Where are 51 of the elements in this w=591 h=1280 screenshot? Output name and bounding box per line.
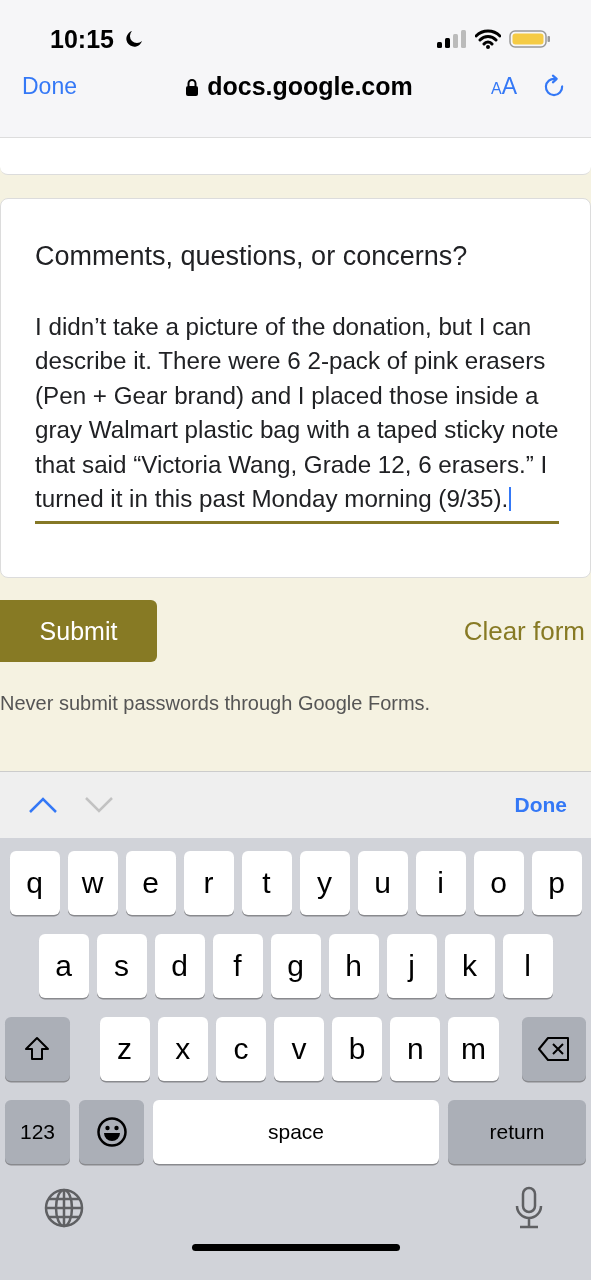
numbers-key[interactable]: 123: [5, 1100, 70, 1164]
keyboard-key[interactable]: f: [212, 934, 263, 998]
delete-key[interactable]: [521, 1017, 587, 1081]
status-time: 10:15: [50, 24, 114, 54]
signal-icon: [437, 29, 467, 49]
keyboard-key[interactable]: b: [332, 1017, 383, 1081]
battery-icon: [509, 29, 551, 49]
keyboard-key[interactable]: p: [531, 851, 582, 915]
keyboard-key[interactable]: a: [38, 934, 89, 998]
keyboard-key[interactable]: v: [273, 1017, 325, 1081]
keyboard-key[interactable]: k: [444, 934, 495, 998]
url-text[interactable]: docs.google.com: [207, 72, 413, 101]
keyboard-key[interactable]: n: [390, 1017, 441, 1081]
keyboard-key[interactable]: m: [448, 1017, 499, 1081]
delete-icon: [536, 1036, 571, 1062]
keyboard-key[interactable]: l: [502, 934, 553, 998]
keyboard-key[interactable]: o: [473, 851, 524, 915]
globe-icon[interactable]: [44, 1188, 84, 1228]
keyboard-key[interactable]: h: [328, 934, 379, 998]
emoji-key[interactable]: [79, 1100, 144, 1164]
keyboard-key[interactable]: r: [183, 851, 234, 915]
keyboard-key[interactable]: x: [157, 1017, 208, 1081]
keyboard-key[interactable]: q: [9, 851, 60, 915]
submit-button[interactable]: Submit: [0, 600, 157, 663]
clear-form-button[interactable]: Clear form: [463, 615, 585, 647]
text-size-button[interactable]: AA: [491, 73, 517, 100]
keyboard-key[interactable]: z: [99, 1017, 150, 1081]
keyboard-key[interactable]: d: [154, 934, 205, 998]
question-title: Comments, questions, or concerns?: [35, 241, 469, 272]
space-key[interactable]: space: [153, 1100, 439, 1164]
keyboard-key[interactable]: i: [415, 851, 466, 915]
keyboard-key[interactable]: j: [386, 934, 437, 998]
disclaimer-text: Never submit passwords through Google Forms.: [0, 692, 432, 716]
keyboard-key[interactable]: e: [125, 851, 176, 915]
microphone-icon[interactable]: [514, 1186, 544, 1230]
answer-field[interactable]: I didn’t take a picture of the donation, but I can describe it. There were 6 2-pack of pink erasers (Pen + Gear brand) and I placed those inside a gray Walmart plastic bag with a taped sticky note that said “Victoria Wang, Grade 12, 6 erasers.” I turned it in this past Monday morning (9/35).: [35, 310, 559, 525]
keyboard-key[interactable]: c: [215, 1017, 266, 1081]
emoji-icon: [95, 1116, 128, 1148]
done-button[interactable]: Done: [22, 73, 77, 100]
keyboard-key[interactable]: t: [241, 851, 292, 915]
done-button[interactable]: Done: [514, 793, 567, 817]
keyboard-key[interactable]: u: [357, 851, 408, 915]
chevron-up-icon[interactable]: [28, 796, 58, 814]
keyboard-key[interactable]: s: [96, 934, 147, 998]
keyboard-key[interactable]: g: [270, 934, 321, 998]
return-key[interactable]: return: [448, 1100, 586, 1164]
shift-key[interactable]: [5, 1017, 70, 1081]
shift-icon: [23, 1035, 52, 1063]
keyboard-key[interactable]: w: [67, 851, 118, 915]
keyboard-key[interactable]: y: [299, 851, 350, 915]
wifi-icon: [475, 29, 501, 49]
